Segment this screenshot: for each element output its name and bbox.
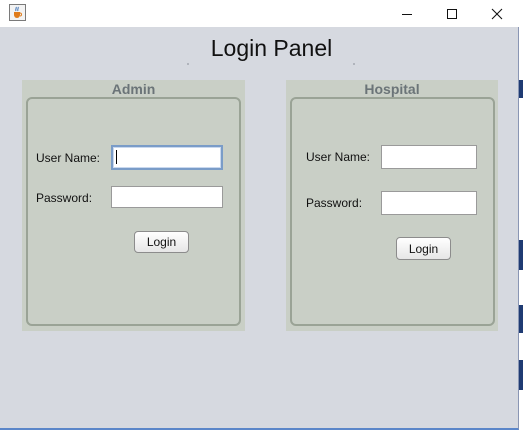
hospital-password-label: Password: — [306, 196, 363, 210]
hospital-username-label: User Name: — [306, 150, 371, 164]
admin-panel-title: Admin — [111, 81, 156, 97]
minimize-icon — [402, 13, 412, 15]
maximize-button[interactable] — [429, 0, 475, 27]
page-title: Login Panel — [210, 35, 333, 61]
admin-panel-border — [26, 97, 241, 326]
admin-username-label: User Name: — [36, 151, 101, 165]
admin-password-label: Password: — [36, 191, 93, 205]
java-cup-icon[interactable] — [9, 4, 26, 21]
decorative-dot — [187, 63, 189, 65]
admin-username-input[interactable] — [111, 145, 223, 170]
title-bar[interactable] — [0, 0, 519, 27]
hospital-panel-title: Hospital — [364, 81, 420, 97]
close-button[interactable] — [474, 0, 520, 27]
background-fragment — [519, 240, 523, 270]
admin-panel: Admin User Name: Password: Login — [22, 80, 245, 331]
hospital-password-input[interactable] — [381, 191, 477, 215]
maximize-icon — [447, 8, 457, 19]
background-fragment — [519, 305, 523, 333]
hospital-login-button[interactable]: Login — [396, 237, 451, 260]
hospital-username-input[interactable] — [381, 145, 477, 169]
background-fragment — [519, 80, 523, 98]
minimize-button[interactable] — [384, 0, 430, 27]
text-caret — [116, 150, 117, 164]
login-window: Login Panel Admin User Name: Password: L… — [0, 0, 519, 430]
content-pane: Login Panel Admin User Name: Password: L… — [0, 27, 518, 428]
admin-password-input[interactable] — [111, 186, 223, 208]
hospital-panel: Hospital User Name: Password: Login — [286, 80, 498, 331]
close-icon — [491, 8, 503, 19]
admin-login-button[interactable]: Login — [134, 231, 189, 253]
decorative-dot — [353, 63, 355, 65]
background-fragment — [519, 360, 523, 390]
